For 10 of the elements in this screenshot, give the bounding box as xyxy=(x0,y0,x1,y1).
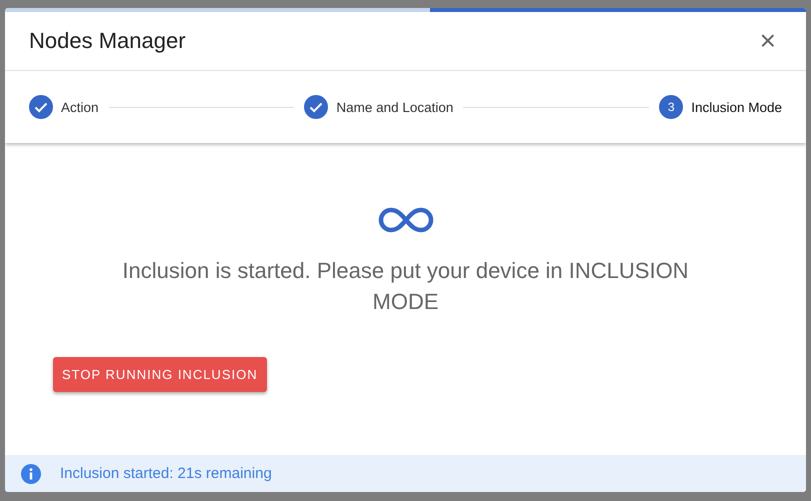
step-label[interactable]: Action xyxy=(61,100,99,114)
dialog-title: Nodes Manager xyxy=(29,28,186,54)
step-number: 3 xyxy=(659,95,684,119)
close-button[interactable]: × xyxy=(754,27,782,55)
info-icon xyxy=(21,464,41,484)
stop-inclusion-button[interactable]: STOP RUNNING INCLUSION xyxy=(53,357,267,392)
alert-text: Inclusion started: 21s remaining xyxy=(60,465,272,482)
step-label[interactable]: Inclusion Mode xyxy=(691,100,782,114)
status-message: Inclusion is started. Please put your device in INCLUSION MODE xyxy=(121,257,690,316)
step-label[interactable]: Name and Location xyxy=(336,100,454,114)
